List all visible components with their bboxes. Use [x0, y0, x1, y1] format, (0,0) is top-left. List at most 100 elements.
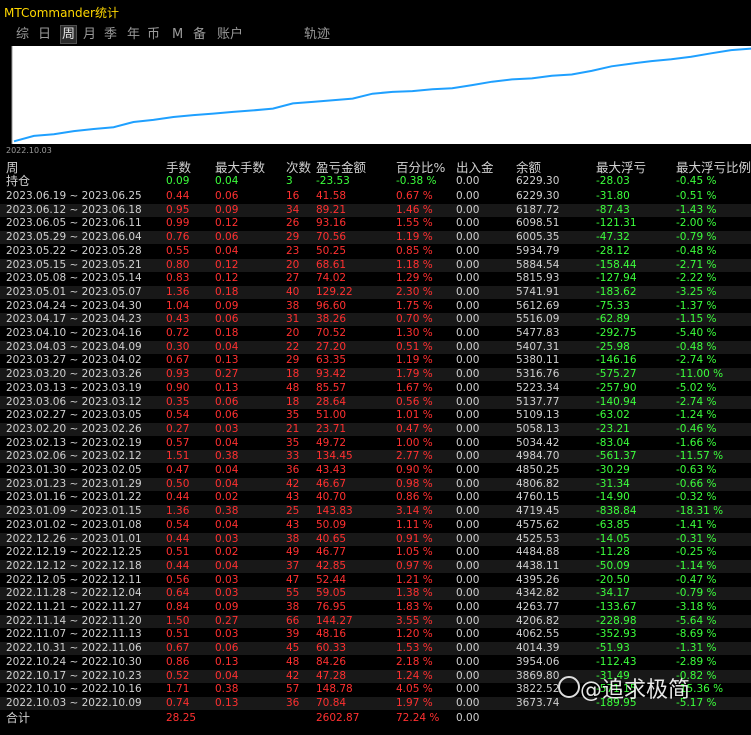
- tab-4[interactable]: 季: [103, 26, 118, 43]
- column-header[interactable]: 百分比%: [396, 160, 445, 176]
- table-row[interactable]: 2023.02.06 ~ 2023.02.12 1.51 0.38 33 134.45 2…: [0, 450, 751, 464]
- table-cell: -2.00 %: [676, 217, 717, 230]
- column-header[interactable]: 次数: [286, 160, 311, 176]
- table-row[interactable]: 2022.11.28 ~ 2022.12.04 0.64 0.03 55 59.05 1.…: [0, 587, 751, 601]
- tab-10[interactable]: 轨迹: [303, 26, 331, 43]
- table-row[interactable]: 2023.05.01 ~ 2023.05.07 1.36 0.18 40 129.22 2…: [0, 285, 751, 299]
- tab-1[interactable]: 日: [37, 26, 52, 43]
- column-header[interactable]: 最大手数: [215, 160, 265, 176]
- table-cell: 0.03: [215, 628, 239, 641]
- column-header[interactable]: 出入金: [456, 160, 494, 176]
- table-cell: -1.37 %: [676, 299, 717, 312]
- table-cell: 0.00: [456, 258, 480, 271]
- table-cell: -1.31 %: [676, 642, 717, 655]
- table-cell: -561.37: [596, 450, 637, 463]
- table-cell: -47.32: [596, 231, 630, 244]
- tab-3[interactable]: 月: [82, 26, 97, 43]
- table-cell: 0.43: [166, 313, 190, 326]
- table-row[interactable]: 2023.02.13 ~ 2023.02.19 0.57 0.04 35 49.72 1.…: [0, 437, 751, 450]
- table-row[interactable]: 2022.12.05 ~ 2022.12.11 0.56 0.03 47 52.44 1.…: [0, 574, 751, 587]
- table-row[interactable]: 2022.11.07 ~ 2022.11.13 0.51 0.03 39 48.16 1.…: [0, 628, 751, 641]
- table-cell: -83.04: [596, 436, 630, 449]
- table-row[interactable]: 2022.12.26 ~ 2023.01.01 0.44 0.03 38 40.65 0.…: [0, 532, 751, 546]
- table-row[interactable]: 2023.05.08 ~ 2023.05.14 0.83 0.12 27 74.02 1.…: [0, 272, 751, 285]
- table-row[interactable]: 2022.10.31 ~ 2022.11.06 0.67 0.06 45 60.33 1.…: [0, 642, 751, 656]
- table-cell: 4395.26: [516, 573, 560, 586]
- table-cell: 36: [286, 464, 300, 476]
- table-row[interactable]: 2022.11.14 ~ 2022.11.20 1.50 0.27 66 144.27 3…: [0, 614, 751, 628]
- column-header[interactable]: 手数: [166, 160, 191, 176]
- position-cell: -23.53: [316, 175, 350, 187]
- table-cell: 1.05 %: [396, 546, 433, 559]
- table-row[interactable]: 2022.11.21 ~ 2022.11.27 0.84 0.09 38 76.95 1.…: [0, 601, 751, 614]
- table-cell: 1.50: [166, 614, 190, 627]
- table-row[interactable]: 2023.02.27 ~ 2023.03.05 0.54 0.06 35 51.00 1.…: [0, 409, 751, 422]
- tab-8[interactable]: 备: [192, 26, 207, 43]
- table-cell: 3.55 %: [396, 614, 433, 627]
- table-cell: 0.98 %: [396, 477, 433, 490]
- tab-6[interactable]: 币: [146, 26, 161, 43]
- table-row[interactable]: 2023.06.19 ~ 2023.06.25 0.44 0.06 16 41.58 0.…: [0, 190, 751, 203]
- table-cell: 0.06: [215, 231, 239, 244]
- table-cell: 2023.02.06 ~ 2023.02.12: [6, 450, 142, 463]
- table-row[interactable]: 2023.01.23 ~ 2023.01.29 0.50 0.04 42 46.67 0.…: [0, 477, 751, 491]
- table-row[interactable]: 2023.06.05 ~ 2023.06.11 0.99 0.12 26 93.16 1.…: [0, 217, 751, 230]
- table-cell: 5477.83: [516, 327, 560, 339]
- table-cell: 4575.62: [516, 518, 560, 531]
- table-row[interactable]: 2023.02.20 ~ 2023.02.26 0.27 0.03 21 23.71 0.…: [0, 422, 751, 436]
- table-cell: 23: [286, 244, 300, 257]
- table-cell: 0.00: [456, 244, 480, 257]
- table-row[interactable]: 2023.01.16 ~ 2023.01.22 0.44 0.02 43 40.70 0.…: [0, 491, 751, 504]
- table-row[interactable]: 2023.06.12 ~ 2023.06.18 0.95 0.09 34 89.21 1.…: [0, 203, 751, 217]
- tab-7[interactable]: M: [171, 26, 184, 43]
- table-row[interactable]: 2022.12.19 ~ 2022.12.25 0.51 0.02 49 46.77 1.…: [0, 546, 751, 559]
- column-header[interactable]: 余额: [516, 160, 541, 176]
- table-row[interactable]: 2023.05.29 ~ 2023.06.04 0.76 0.06 29 70.56 1.…: [0, 231, 751, 245]
- table-row[interactable]: 2023.01.30 ~ 2023.02.05 0.47 0.04 36 43.43 0.…: [0, 464, 751, 477]
- tab-9[interactable]: 账户: [216, 26, 244, 43]
- table-cell: -352.93: [596, 628, 637, 641]
- column-header[interactable]: 最大浮亏比例: [676, 160, 751, 176]
- table-cell: 1.20 %: [396, 628, 433, 641]
- table-cell: -3.18 %: [676, 601, 717, 613]
- table-cell: 50.09: [316, 518, 347, 531]
- table-cell: 38.26: [316, 313, 347, 326]
- table-cell: 48: [286, 381, 300, 394]
- table-row[interactable]: 2022.12.12 ~ 2022.12.18 0.44 0.04 37 42.85 0.…: [0, 559, 751, 573]
- table-cell: 2.77 %: [396, 450, 433, 463]
- table-cell: 0.00: [456, 587, 480, 600]
- table-row[interactable]: 2023.05.15 ~ 2023.05.21 0.80 0.12 20 68.61 1.…: [0, 258, 751, 272]
- table-cell: 0.00: [456, 299, 480, 312]
- table-cell: 0.06: [215, 190, 239, 202]
- tab-0[interactable]: 综: [15, 26, 30, 43]
- table-row[interactable]: 2023.04.10 ~ 2023.04.16 0.72 0.18 20 70.52 1.…: [0, 327, 751, 340]
- table-cell: 1.53 %: [396, 642, 433, 655]
- table-cell: 2022.10.03 ~ 2022.10.09: [6, 696, 142, 709]
- table-row[interactable]: 2023.04.03 ~ 2023.04.09 0.30 0.04 22 27.20 0.…: [0, 340, 751, 354]
- table-cell: 2022.12.12 ~ 2022.12.18: [6, 559, 142, 572]
- tab-2[interactable]: 周: [60, 25, 78, 44]
- tab-5[interactable]: 年: [126, 26, 141, 43]
- table-row[interactable]: 2023.01.09 ~ 2023.01.15 1.36 0.38 25 143.83 3…: [0, 505, 751, 519]
- table-cell: 0.00: [456, 477, 480, 490]
- table-row[interactable]: 2023.01.02 ~ 2023.01.08 0.54 0.04 43 50.09 1.…: [0, 519, 751, 532]
- table-cell: 0.04: [215, 669, 239, 682]
- table-cell: 48.16: [316, 628, 347, 641]
- table-cell: -0.25 %: [676, 546, 717, 559]
- column-header[interactable]: 盈亏金额: [316, 160, 366, 176]
- table-cell: 85.57: [316, 381, 347, 394]
- table-row[interactable]: 2023.03.13 ~ 2023.03.19 0.90 0.13 48 85.57 1.…: [0, 382, 751, 395]
- table-row[interactable]: 2023.03.06 ~ 2023.03.12 0.35 0.06 18 28.64 0.…: [0, 395, 751, 409]
- table-row[interactable]: 2022.10.24 ~ 2022.10.30 0.86 0.13 48 84.26 2.…: [0, 656, 751, 669]
- table-row[interactable]: 2023.04.17 ~ 2023.04.23 0.43 0.06 31 38.26 0.…: [0, 313, 751, 327]
- table-row[interactable]: 2023.05.22 ~ 2023.05.28 0.55 0.04 23 50.25 0.…: [0, 245, 751, 258]
- total-cell: 2602.87: [316, 711, 360, 724]
- table-row[interactable]: 2023.04.24 ~ 2023.04.30 1.04 0.09 38 96.60 1.…: [0, 300, 751, 313]
- table-cell: 0.51 %: [396, 340, 433, 353]
- table-row[interactable]: 2023.03.20 ~ 2023.03.26 0.93 0.27 18 93.42 1.…: [0, 368, 751, 382]
- table-cell: 0.09: [215, 299, 239, 312]
- table-row[interactable]: 2023.03.27 ~ 2023.04.02 0.67 0.13 29 63.35 1.…: [0, 354, 751, 367]
- column-header[interactable]: 最大浮亏: [596, 160, 646, 176]
- table-cell: -158.44: [596, 258, 637, 271]
- table-cell: 1.11 %: [396, 518, 433, 531]
